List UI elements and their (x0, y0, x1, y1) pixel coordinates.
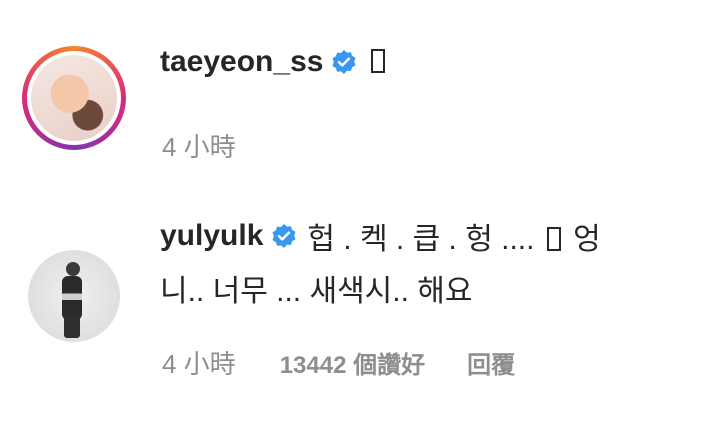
username-link[interactable]: yulyulk (160, 219, 263, 253)
username-link[interactable]: taeyeon_ss (160, 45, 323, 79)
comment: yulyulk 헙 . 켁 . 큽 . 헝 .... 엉 니.. 너무 ... … (0, 200, 704, 422)
comment-text-part: 헙 . 켁 . 큽 . 헝 .... (307, 223, 535, 256)
comment-text-line1: 헙 . 켁 . 큽 . 헝 .... 엉 (307, 214, 600, 258)
comment-text (367, 45, 389, 79)
comment-meta: 4 小時 (162, 128, 236, 162)
avatar-figure-body (62, 276, 82, 320)
avatar-photo (31, 55, 117, 141)
comment-header: yulyulk 헙 . 켁 . 큽 . 헝 .... 엉 (160, 216, 601, 256)
verified-badge-icon (331, 49, 357, 75)
avatar[interactable] (22, 46, 126, 150)
likes-count-button[interactable]: 13442 個讚好 (280, 345, 425, 380)
avatar-figure-legs (64, 316, 80, 338)
comment: taeyeon_ss 4 小時 (0, 0, 704, 200)
comment-header: taeyeon_ss (160, 44, 389, 80)
reply-button[interactable]: 回覆 (467, 345, 515, 380)
comment-text-part: 엉 (573, 223, 601, 256)
comment-meta: 4 小時 13442 個讚好 回覆 (162, 344, 515, 380)
avatar-figure-head (66, 262, 80, 276)
verified-badge-icon (271, 223, 297, 249)
timestamp-link[interactable]: 4 小時 (162, 127, 236, 164)
timestamp-link[interactable]: 4 小時 (162, 344, 236, 381)
emoji-glyph (546, 227, 561, 251)
comment-text-line2: 니.. 너무 ... 새색시.. 해요 (160, 275, 473, 308)
avatar[interactable] (28, 250, 120, 342)
emoji-glyph (371, 49, 386, 73)
